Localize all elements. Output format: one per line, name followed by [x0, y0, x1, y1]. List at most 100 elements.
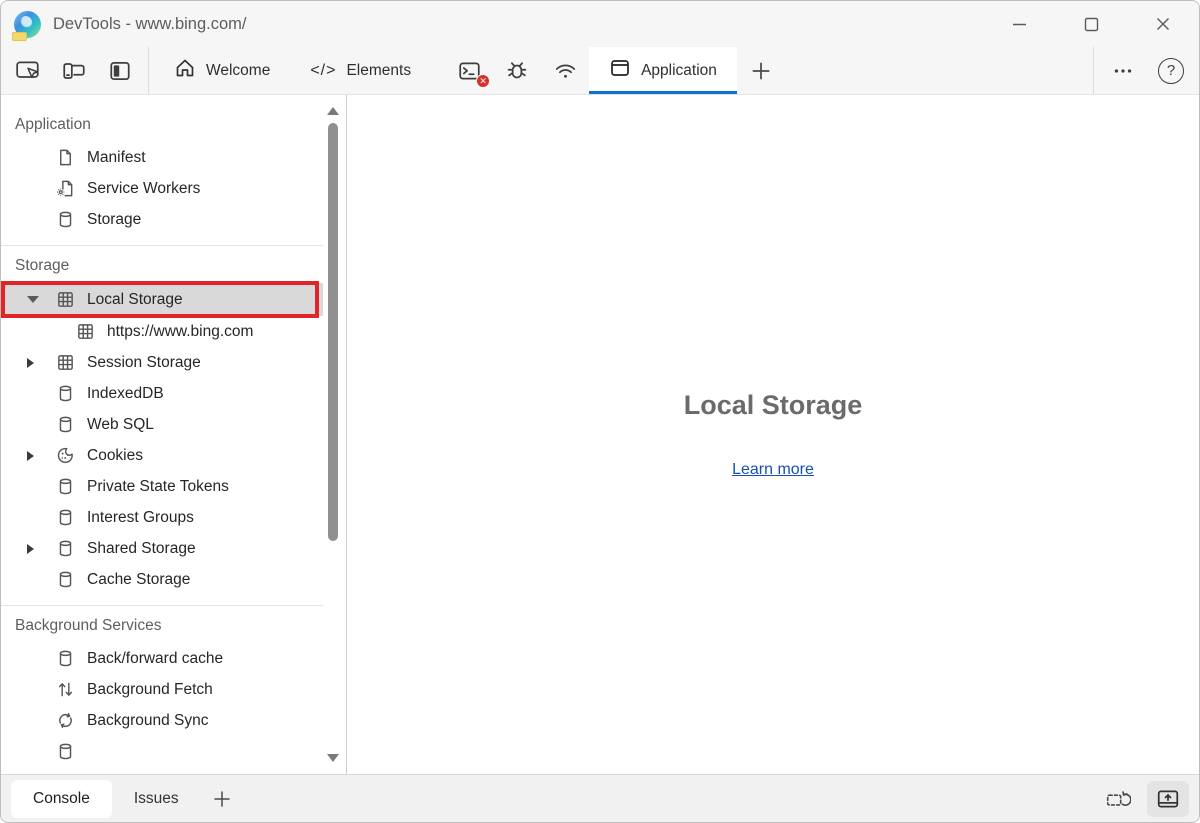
application-window-icon: [609, 57, 631, 84]
item-label: Private State Tokens: [87, 478, 229, 496]
service-worker-icon: [55, 179, 76, 198]
database-icon: [55, 539, 76, 558]
tab-application-label: Application: [641, 62, 717, 80]
devtools-toolbar: Welcome </> Elements ✕: [1, 47, 1199, 95]
database-icon: [55, 742, 76, 761]
add-drawer-tab-button[interactable]: [201, 781, 243, 817]
item-label: Background Fetch: [87, 681, 213, 699]
expander-expanded-icon[interactable]: [27, 296, 39, 303]
sync-icon: [55, 711, 76, 730]
dock-side-button[interactable]: [97, 47, 143, 94]
window-title: DevTools - www.bing.com/: [53, 15, 246, 34]
sidebar-item-storage[interactable]: Storage: [1, 204, 323, 235]
expander-collapsed-icon[interactable]: [27, 451, 34, 461]
sidebar-item-shared-storage[interactable]: Shared Storage: [1, 533, 323, 564]
inspect-element-button[interactable]: [5, 47, 51, 94]
panel-heading: Local Storage: [684, 390, 863, 421]
section-header-background-services: Background Services: [1, 606, 323, 643]
active-tab-indicator: [589, 91, 737, 95]
device-emulation-button[interactable]: [51, 47, 97, 94]
sidebar-item-partially-visible[interactable]: [1, 736, 323, 767]
tab-console[interactable]: Console: [11, 780, 112, 818]
tab-welcome-label: Welcome: [206, 62, 270, 80]
code-icon: </>: [310, 62, 336, 80]
expander-slot: [27, 296, 55, 303]
item-label: https://www.bing.com: [107, 323, 253, 341]
sidebar-item-session-storage[interactable]: Session Storage: [1, 347, 323, 378]
database-icon: [55, 570, 76, 589]
expand-panel-button[interactable]: [1147, 781, 1189, 817]
network-wifi-button[interactable]: [541, 47, 589, 94]
sidebar-item-cache-storage[interactable]: Cache Storage: [1, 564, 323, 595]
item-label: Interest Groups: [87, 509, 194, 527]
sidebar-item-local-storage[interactable]: Local Storage: [1, 283, 323, 316]
drawer-bar: Console Issues: [1, 774, 1199, 822]
sidebar-scrollbar[interactable]: [324, 99, 342, 770]
toolbar-separator: [148, 47, 149, 94]
help-icon: ?: [1158, 58, 1184, 84]
item-label: Shared Storage: [87, 540, 196, 558]
tab-issues[interactable]: Issues: [112, 780, 201, 818]
expander-slot: [27, 358, 55, 368]
database-icon: [55, 415, 76, 434]
devtools-beta-badge: [12, 32, 27, 41]
sidebar-item-manifest[interactable]: Manifest: [1, 142, 323, 173]
sidebar-item-cookies[interactable]: Cookies: [1, 440, 323, 471]
scroll-down-icon[interactable]: [327, 754, 339, 762]
section-header-application: Application: [1, 105, 323, 142]
item-label: Web SQL: [87, 416, 154, 434]
application-sidebar: Application Manifest: [1, 95, 346, 774]
sidebar-item-local-storage-origin[interactable]: https://www.bing.com: [1, 316, 323, 347]
fetch-arrows-icon: [55, 680, 76, 699]
expander-slot: [27, 451, 55, 461]
expander-slot: [27, 544, 55, 554]
item-label: Manifest: [87, 149, 146, 167]
sidebar-item-interest-groups[interactable]: Interest Groups: [1, 502, 323, 533]
tab-elements-label: Elements: [346, 62, 411, 80]
close-button[interactable]: [1127, 1, 1199, 47]
sidebar-item-background-fetch[interactable]: Background Fetch: [1, 674, 323, 705]
item-label: Storage: [87, 211, 141, 229]
item-label: IndexedDB: [87, 385, 164, 403]
devtools-window: DevTools - www.bing.com/: [0, 0, 1200, 823]
restore-drawer-button[interactable]: [1097, 781, 1139, 817]
sidebar-item-back-forward-cache[interactable]: Back/forward cache: [1, 643, 323, 674]
maximize-button[interactable]: [1055, 1, 1127, 47]
item-label: Local Storage: [87, 291, 183, 309]
edge-devtools-logo-icon: [14, 11, 41, 38]
cookie-icon: [55, 446, 76, 465]
expander-collapsed-icon[interactable]: [27, 544, 34, 554]
minimize-button[interactable]: [983, 1, 1055, 47]
sidebar-item-private-state-tokens[interactable]: Private State Tokens: [1, 471, 323, 502]
item-label: Session Storage: [87, 354, 201, 372]
document-icon: [55, 148, 76, 167]
tab-elements[interactable]: </> Elements: [290, 47, 431, 94]
sidebar-item-web-sql[interactable]: Web SQL: [1, 409, 323, 440]
sidebar-item-service-workers[interactable]: Service Workers: [1, 173, 323, 204]
error-badge: ✕: [476, 74, 490, 88]
table-icon: [55, 290, 76, 309]
table-icon: [55, 353, 76, 372]
title-bar: DevTools - www.bing.com/: [1, 1, 1199, 47]
tab-application[interactable]: Application: [589, 47, 737, 94]
window-controls: [983, 1, 1199, 47]
toolbar-right-group: ?: [1088, 47, 1199, 94]
learn-more-link[interactable]: Learn more: [732, 461, 814, 479]
add-tab-button[interactable]: [737, 47, 785, 94]
expander-collapsed-icon[interactable]: [27, 358, 34, 368]
debug-bug-button[interactable]: [493, 47, 541, 94]
tab-welcome[interactable]: Welcome: [154, 47, 290, 94]
drawer-right-group: [1097, 781, 1189, 817]
database-icon: [55, 384, 76, 403]
console-panel-button[interactable]: ✕: [445, 47, 493, 94]
sidebar-item-background-sync[interactable]: Background Sync: [1, 705, 323, 736]
sidebar-item-indexeddb[interactable]: IndexedDB: [1, 378, 323, 409]
scrollbar-thumb[interactable]: [328, 123, 338, 541]
toolbar-separator: [1093, 47, 1094, 94]
more-options-button[interactable]: [1099, 47, 1147, 94]
section-header-storage: Storage: [1, 246, 323, 283]
help-button[interactable]: ?: [1147, 47, 1195, 94]
scroll-up-icon[interactable]: [327, 107, 339, 115]
home-icon: [174, 57, 196, 84]
database-icon: [55, 210, 76, 229]
